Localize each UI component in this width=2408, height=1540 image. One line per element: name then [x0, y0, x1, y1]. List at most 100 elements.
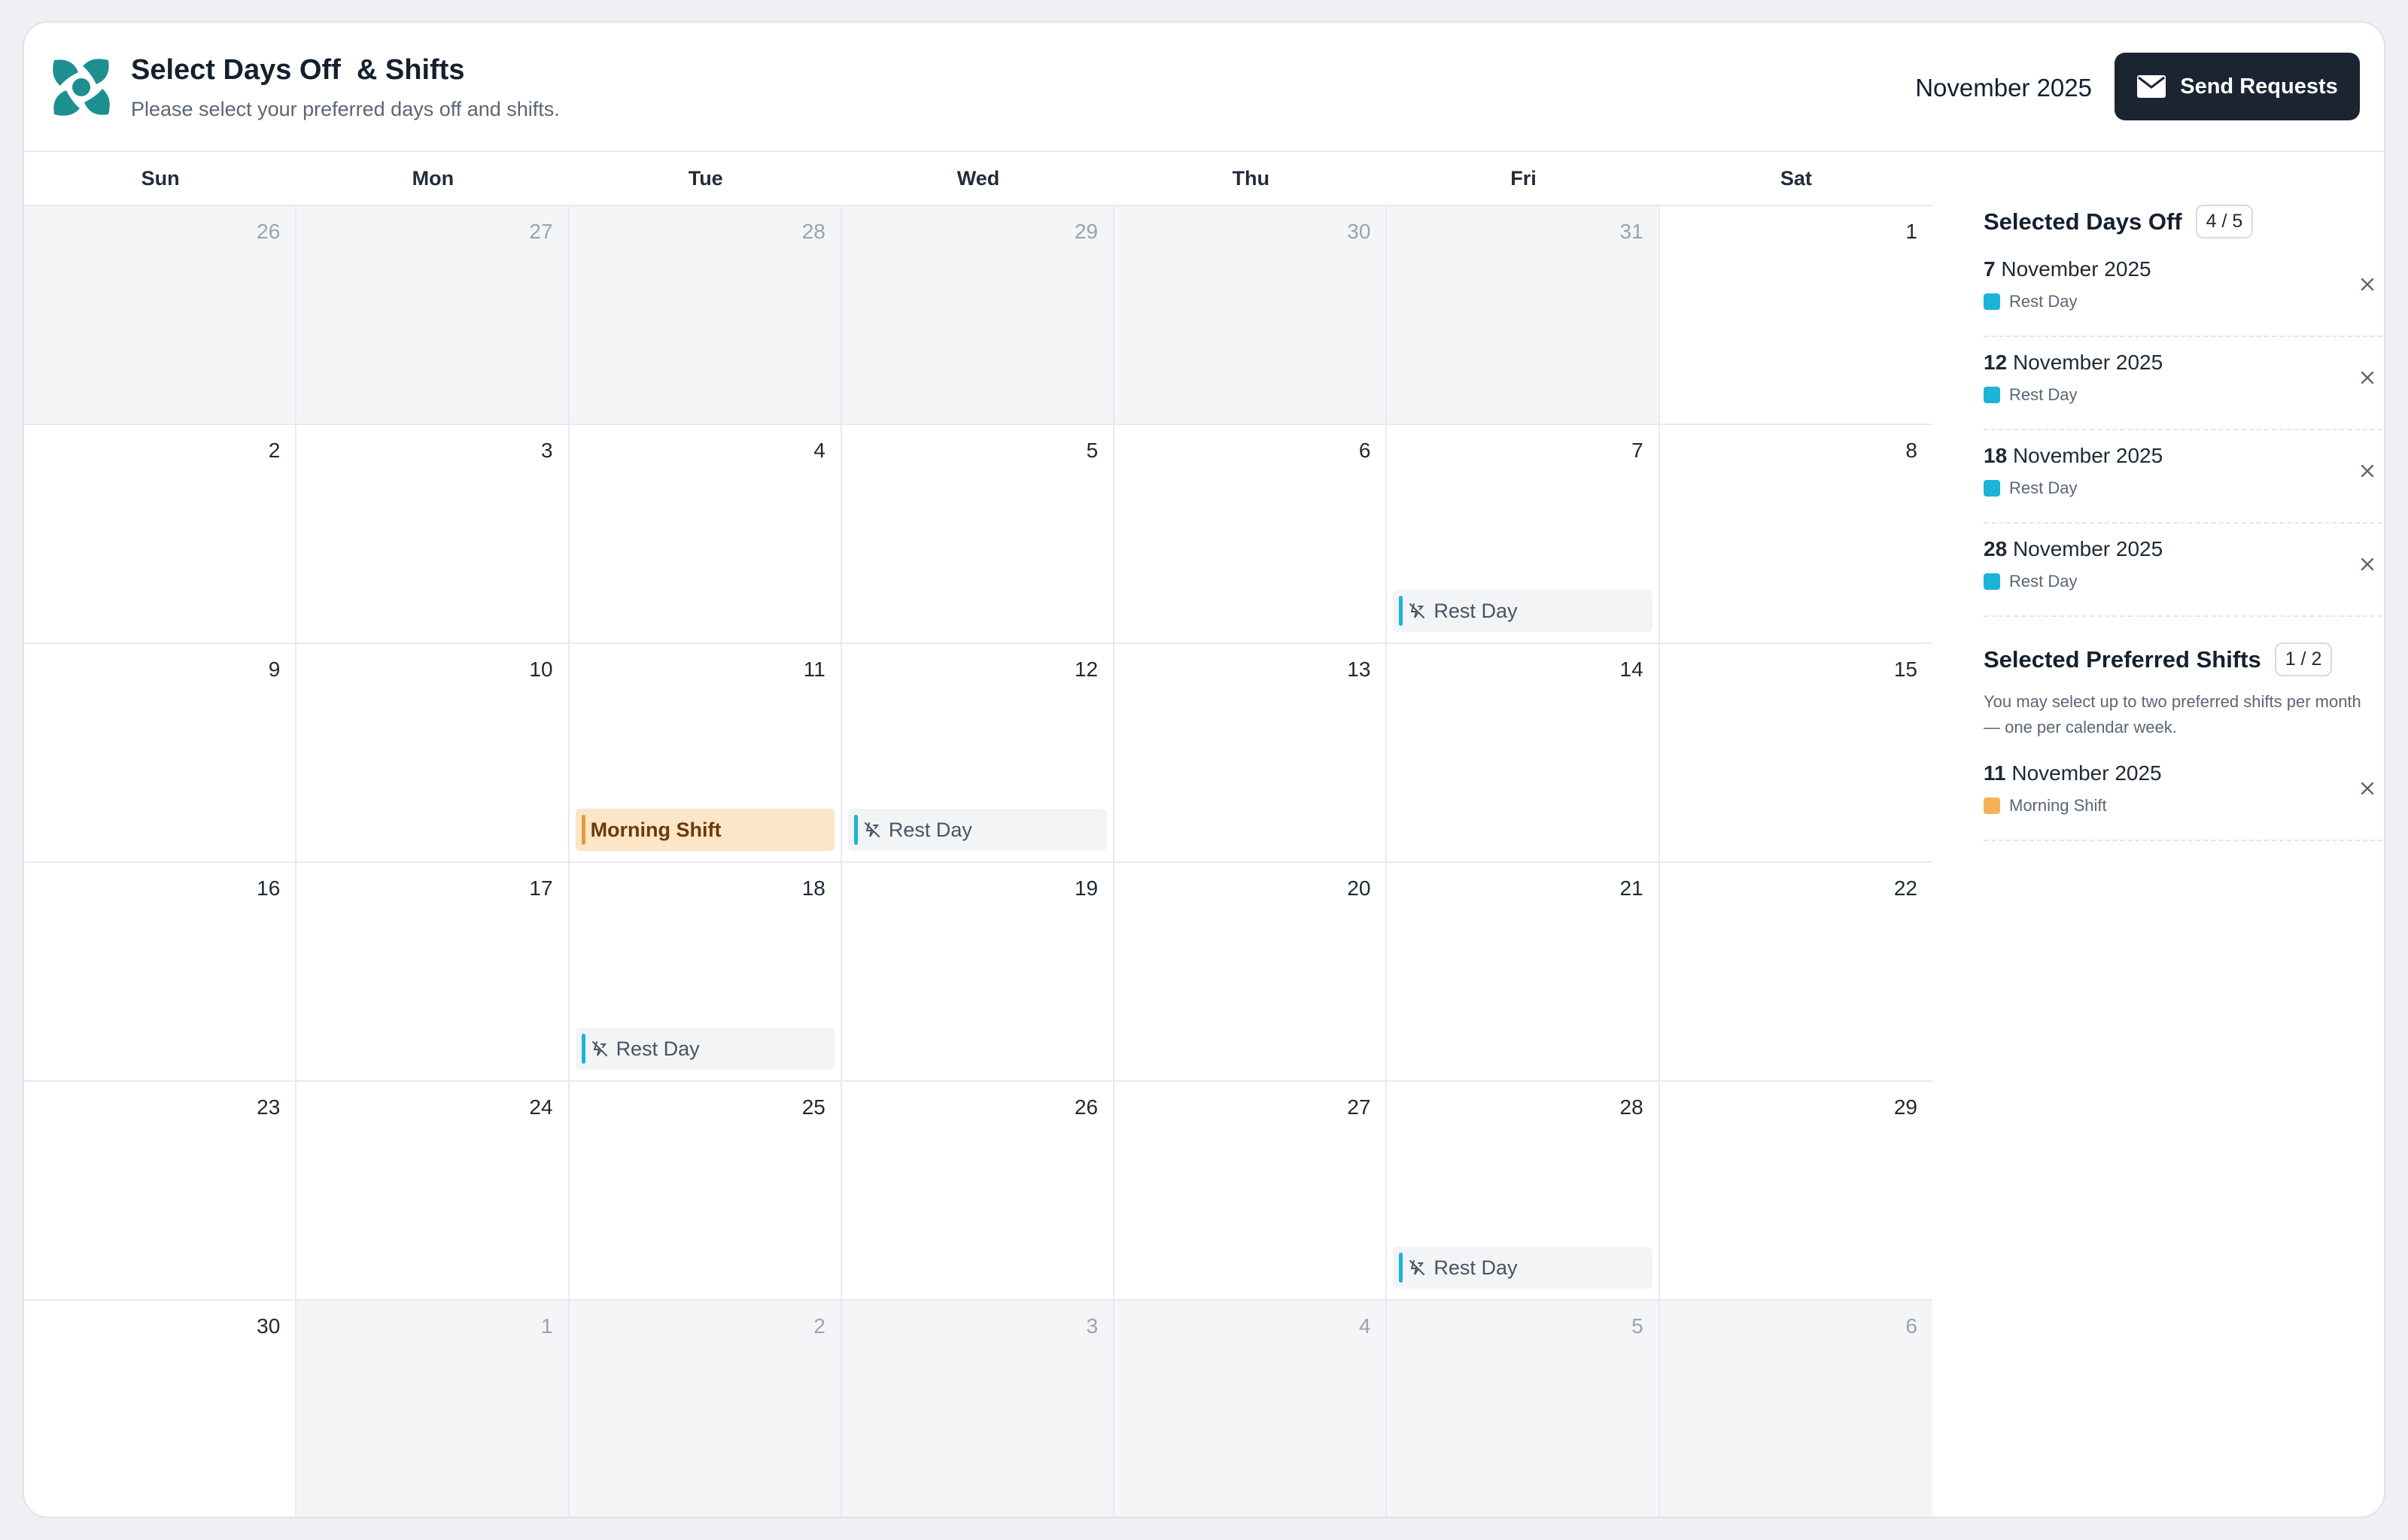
rest-day-event[interactable]: Rest Day — [847, 809, 1108, 851]
weekday-label-fri: Fri — [1510, 167, 1537, 190]
day-cell[interactable]: 5 — [1387, 1301, 1660, 1517]
day-cell[interactable]: 17 — [296, 863, 570, 1082]
day-number: 27 — [529, 220, 553, 243]
day-number: 26 — [1074, 1095, 1099, 1119]
day-number: 10 — [529, 658, 553, 681]
day-cell[interactable]: 2 — [569, 1301, 842, 1517]
rest-day-event[interactable]: Rest Day — [575, 1028, 835, 1070]
day-cell[interactable]: 3 — [841, 1301, 1115, 1517]
day-cell[interactable]: 21 — [1387, 863, 1660, 1082]
app-window: Select Days Off & Shifts Please select y… — [23, 21, 2385, 1518]
day-cell[interactable]: 1 — [1659, 206, 1932, 425]
day-cell[interactable]: 6 — [1114, 425, 1388, 644]
day-cell[interactable]: 13 — [1114, 644, 1388, 863]
selection-type-label: Rest Day — [2009, 385, 2078, 404]
day-off-item: 18 November 2025 Rest Day — [1984, 429, 2382, 524]
rest-day-event[interactable]: Rest Day — [1393, 590, 1652, 632]
day-number: 20 — [1347, 876, 1371, 900]
days-off-heading: Selected Days Off 4 / 5 — [1984, 205, 2254, 238]
day-number: 26 — [257, 220, 281, 243]
day-cell[interactable]: 27 — [296, 206, 570, 425]
event-label: Rest Day — [1434, 599, 1518, 622]
page-subtitle: Please select your preferred days off an… — [131, 98, 560, 120]
morning-shift-event[interactable]: Morning Shift — [575, 809, 835, 851]
day-cell[interactable]: 7 Rest Day — [1387, 425, 1660, 644]
day-cell[interactable]: 6 — [1659, 1301, 1932, 1517]
day-number: 6 — [1905, 1314, 1917, 1338]
day-number: 30 — [1347, 220, 1371, 243]
day-cell[interactable]: 29 — [841, 206, 1115, 425]
day-number: 11 — [803, 658, 825, 681]
selected-date: 11 November 2025 — [1984, 761, 2162, 785]
day-cell[interactable]: 4 — [1114, 1301, 1388, 1517]
page-header: Select Days Off & Shifts Please select y… — [24, 23, 2384, 152]
day-number: 25 — [801, 1095, 825, 1119]
day-cell[interactable]: 12 Rest Day — [841, 644, 1115, 863]
day-number: 14 — [1619, 658, 1643, 681]
day-cell[interactable]: 29 — [1659, 1082, 1932, 1301]
day-cell[interactable]: 26 — [841, 1082, 1115, 1301]
color-swatch — [1984, 387, 2000, 403]
day-cell[interactable]: 16 — [24, 863, 297, 1082]
day-number: 16 — [257, 876, 281, 900]
day-cell[interactable]: 4 — [569, 425, 842, 644]
day-number: 4 — [1358, 1314, 1371, 1338]
selection-type-tag: Rest Day — [1984, 478, 2077, 498]
day-cell[interactable]: 24 — [296, 1082, 570, 1301]
day-cell[interactable]: 25 — [569, 1082, 842, 1301]
day-cell[interactable]: 28 — [569, 206, 842, 425]
shifts-title: Selected Preferred Shifts — [1984, 645, 2261, 673]
day-cell[interactable]: 3 — [296, 425, 570, 644]
day-cell[interactable]: 20 — [1114, 863, 1388, 1082]
selected-date-month: November 2025 — [2001, 257, 2151, 281]
day-number: 1 — [1905, 220, 1917, 243]
day-cell[interactable]: 22 — [1659, 863, 1932, 1082]
day-cell[interactable]: 30 — [24, 1301, 297, 1517]
day-number: 22 — [1893, 876, 1917, 900]
day-cell[interactable]: 15 — [1659, 644, 1932, 863]
selected-date: 7 November 2025 — [1984, 257, 2151, 281]
remove-selection-button[interactable] — [2352, 269, 2382, 299]
day-number: 2 — [813, 1314, 825, 1338]
send-requests-label: Send Requests — [2180, 74, 2338, 99]
day-cell[interactable]: 5 — [841, 425, 1115, 644]
day-cell[interactable]: 26 — [24, 206, 297, 425]
rest-day-icon — [1409, 603, 1425, 618]
envelope-icon — [2137, 75, 2166, 98]
selection-type-label: Morning Shift — [2009, 796, 2107, 815]
day-number: 17 — [529, 876, 553, 900]
shifts-count-badge: 1 / 2 — [2274, 642, 2333, 676]
day-cell[interactable]: 31 — [1387, 206, 1660, 425]
day-cell[interactable]: 30 — [1114, 206, 1388, 425]
weekday-label-sun: Sun — [141, 167, 180, 190]
day-number: 29 — [1893, 1095, 1917, 1119]
day-cell[interactable]: 23 — [24, 1082, 297, 1301]
day-cell[interactable]: 14 — [1387, 644, 1660, 863]
weekday-header-row: Sun Mon Tue Wed Thu Fri Sat — [24, 152, 1932, 205]
day-cell[interactable]: 8 — [1659, 425, 1932, 644]
day-cell[interactable]: 9 — [24, 644, 297, 863]
day-cell[interactable]: 18 Rest Day — [569, 863, 842, 1082]
remove-selection-button[interactable] — [2352, 363, 2382, 393]
remove-selection-button[interactable] — [2352, 456, 2382, 486]
remove-selection-button[interactable] — [2352, 773, 2382, 803]
day-off-item: 28 November 2025 Rest Day — [1984, 522, 2382, 617]
day-cell[interactable]: 27 — [1114, 1082, 1388, 1301]
month-calendar: Sun Mon Tue Wed Thu Fri Sat 26 27 28 29 30 31 1 2 3 4 5 6… — [24, 152, 1932, 1517]
day-number: 28 — [801, 220, 825, 243]
day-cell[interactable]: 11 Morning Shift — [569, 644, 842, 863]
preferred-shift-item: 11 November 2025 Morning Shift — [1984, 746, 2382, 841]
day-cell[interactable]: 28 Rest Day — [1387, 1082, 1660, 1301]
send-requests-button[interactable]: Send Requests — [2115, 53, 2360, 120]
rest-day-event[interactable]: Rest Day — [1393, 1247, 1652, 1289]
color-swatch — [1984, 573, 2000, 590]
day-cell[interactable]: 1 — [296, 1301, 570, 1517]
day-cell[interactable]: 2 — [24, 425, 297, 644]
day-cell[interactable]: 19 — [841, 863, 1115, 1082]
day-number: 27 — [1347, 1095, 1371, 1119]
remove-selection-button[interactable] — [2352, 549, 2382, 579]
day-number: 7 — [1631, 439, 1643, 462]
day-cell[interactable]: 10 — [296, 644, 570, 863]
selected-date: 12 November 2025 — [1984, 351, 2163, 375]
selected-date-day: 28 — [1984, 537, 2008, 560]
